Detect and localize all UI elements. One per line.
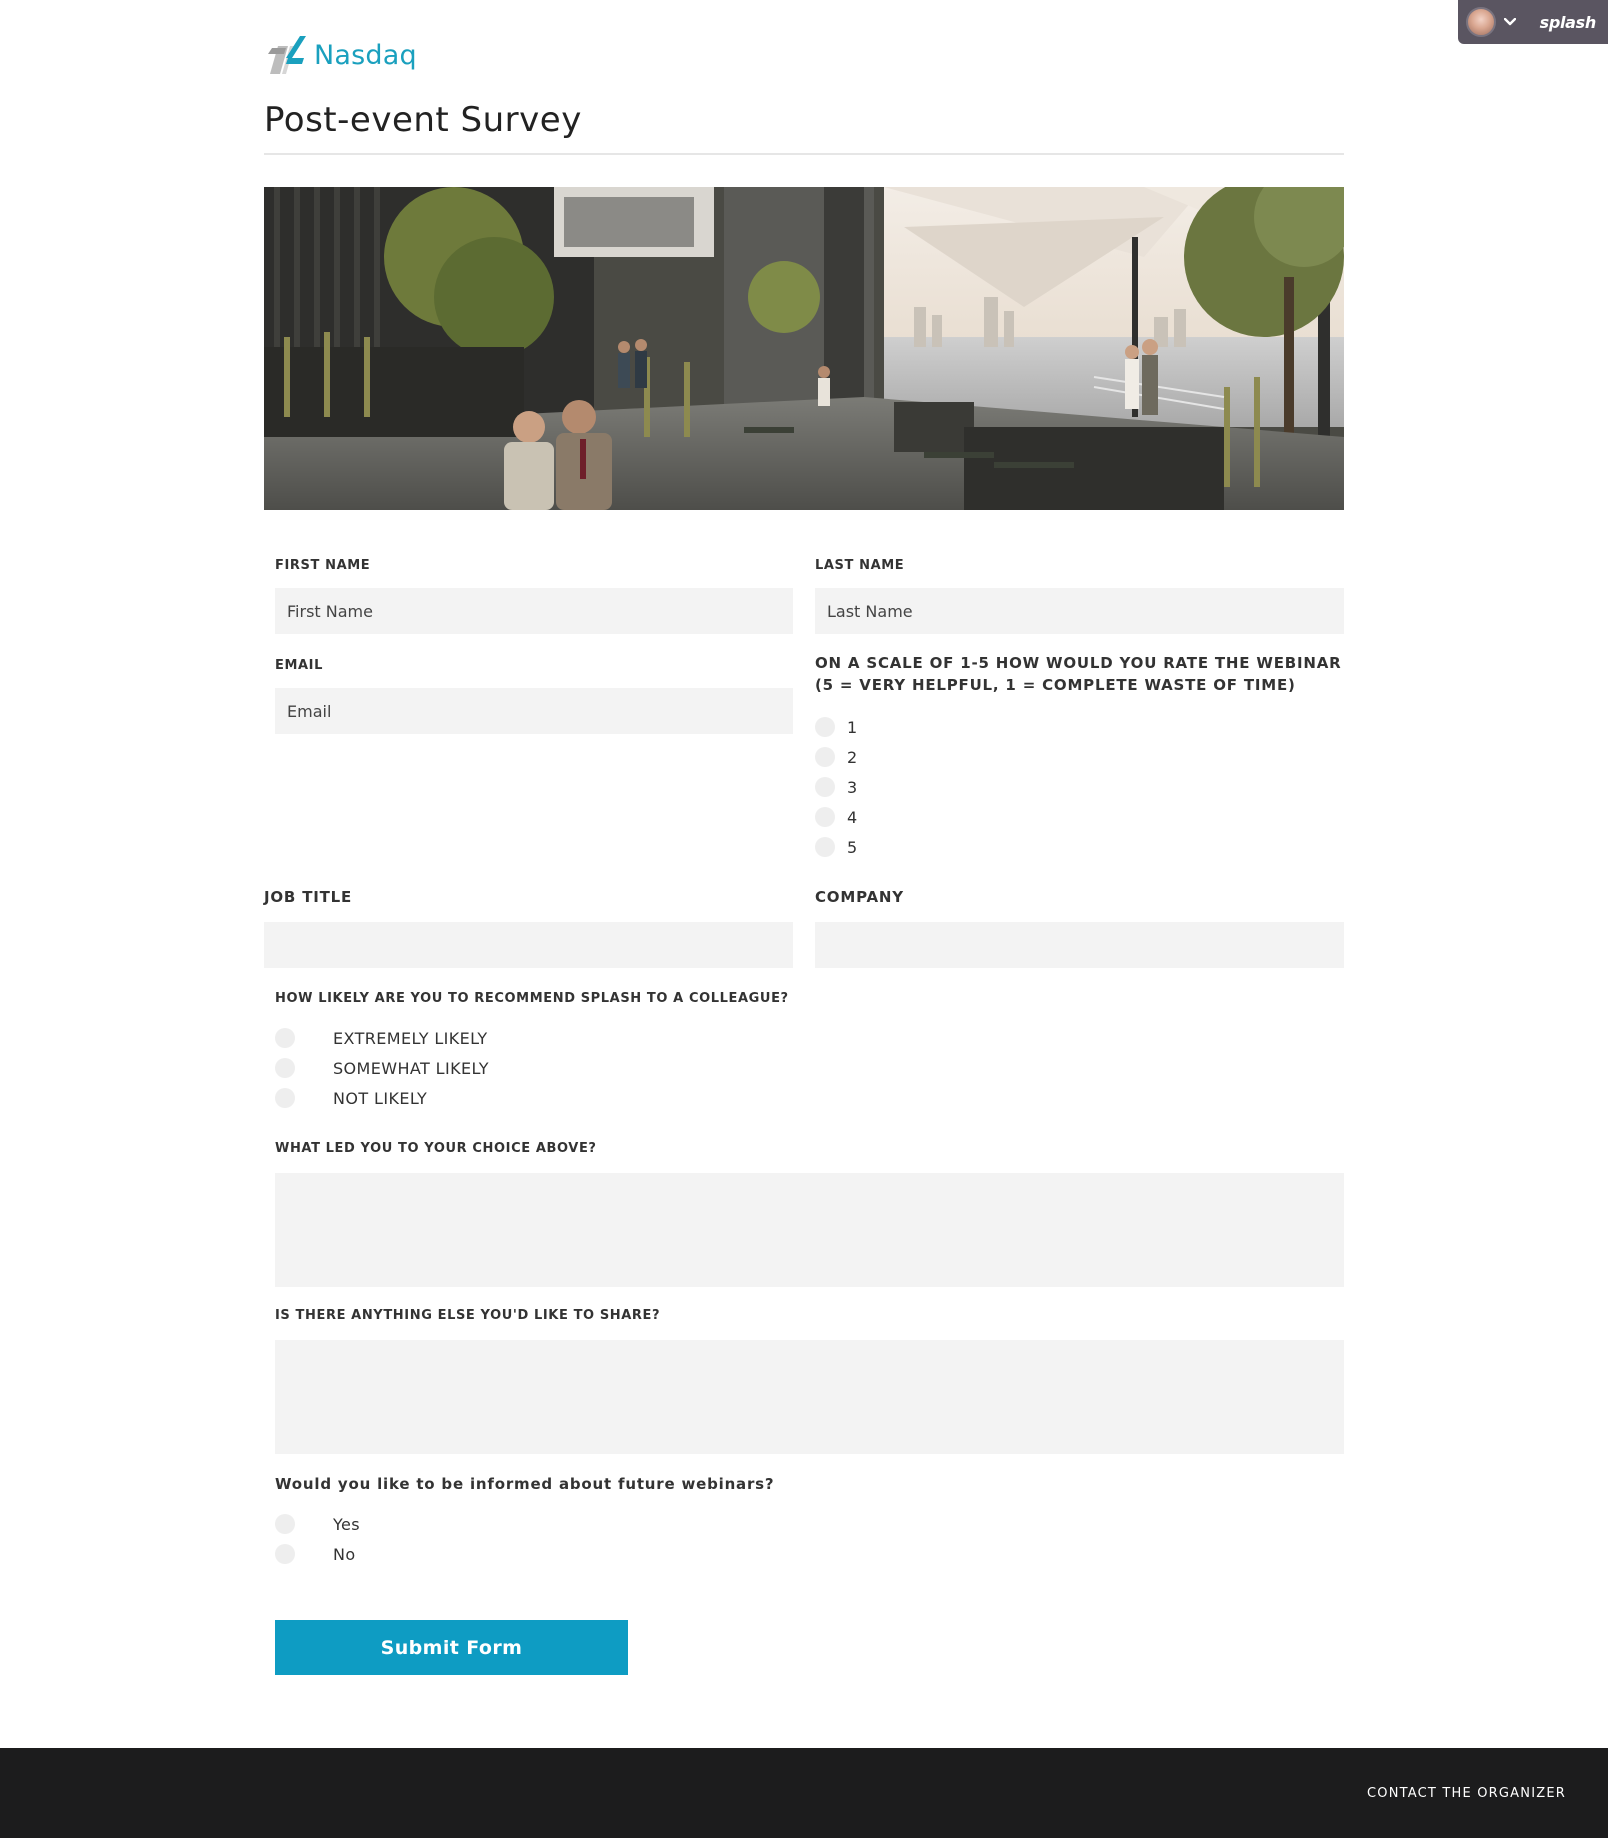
radio-button[interactable] bbox=[275, 1544, 295, 1564]
rating-option-4[interactable]: 4 bbox=[815, 805, 858, 829]
anything-else-label: IS THERE ANYTHING ELSE YOU'D LIKE TO SHA… bbox=[275, 1308, 661, 1323]
rating-option-label: 5 bbox=[847, 837, 858, 857]
radio-button[interactable] bbox=[815, 717, 835, 737]
chevron-down-icon[interactable] bbox=[1503, 16, 1517, 28]
rating-option-label: 3 bbox=[847, 777, 858, 797]
submit-form-button[interactable]: Submit Form bbox=[275, 1620, 628, 1675]
hero-image bbox=[264, 187, 1344, 510]
rating-option-2[interactable]: 2 bbox=[815, 745, 858, 769]
future-webinars-option-label: Yes bbox=[333, 1514, 361, 1534]
choice-reason-textarea[interactable] bbox=[275, 1173, 1344, 1287]
recommend-option-not-likely[interactable]: NOT LIKELY bbox=[275, 1086, 427, 1110]
first-name-field[interactable] bbox=[275, 588, 793, 634]
radio-button[interactable] bbox=[815, 807, 835, 827]
future-webinars-option-yes[interactable]: Yes bbox=[275, 1512, 360, 1536]
company-field[interactable] bbox=[815, 922, 1344, 968]
job-title-field[interactable] bbox=[264, 922, 793, 968]
email-field[interactable] bbox=[275, 688, 793, 734]
last-name-field[interactable] bbox=[815, 588, 1344, 634]
last-name-label: LAST NAME bbox=[815, 558, 905, 573]
anything-else-textarea[interactable] bbox=[275, 1340, 1344, 1454]
contact-organizer-link[interactable]: CONTACT THE ORGANIZER bbox=[1367, 1786, 1566, 1801]
page-title: Post-event Survey bbox=[264, 100, 582, 140]
rating-option-5[interactable]: 5 bbox=[815, 835, 858, 859]
job-title-label: JOB TITLE bbox=[264, 888, 353, 906]
user-avatar-icon[interactable] bbox=[1466, 7, 1496, 37]
rating-option-3[interactable]: 3 bbox=[815, 775, 858, 799]
first-name-label: FIRST NAME bbox=[275, 558, 371, 573]
nasdaq-logo-text: Nasdaq bbox=[314, 39, 417, 71]
splash-brand-logo[interactable]: splash bbox=[1540, 13, 1597, 32]
rating-option-label: 1 bbox=[847, 717, 858, 737]
recommend-label: HOW LIKELY ARE YOU TO RECOMMEND SPLASH T… bbox=[275, 991, 789, 1006]
rating-option-label: 2 bbox=[847, 747, 858, 767]
radio-button[interactable] bbox=[815, 747, 835, 767]
recommend-option-extremely-likely[interactable]: EXTREMELY LIKELY bbox=[275, 1026, 488, 1050]
recommend-option-label: EXTREMELY LIKELY bbox=[333, 1028, 488, 1048]
email-label: EMAIL bbox=[275, 658, 323, 673]
radio-button[interactable] bbox=[815, 777, 835, 797]
choice-reason-label: WHAT LED YOU TO YOUR CHOICE ABOVE? bbox=[275, 1141, 597, 1156]
recommend-option-label: NOT LIKELY bbox=[333, 1088, 428, 1108]
webinar-rating-label: ON A SCALE OF 1-5 HOW WOULD YOU RATE THE… bbox=[815, 654, 1342, 694]
title-divider bbox=[264, 153, 1344, 155]
future-webinars-option-no[interactable]: No bbox=[275, 1542, 356, 1566]
radio-button[interactable] bbox=[815, 837, 835, 857]
future-webinars-option-label: No bbox=[333, 1544, 356, 1564]
company-label: COMPANY bbox=[815, 888, 904, 906]
splash-account-badge[interactable]: splash bbox=[1458, 0, 1608, 44]
page-footer: CONTACT THE ORGANIZER bbox=[0, 1748, 1608, 1838]
radio-button[interactable] bbox=[275, 1514, 295, 1534]
radio-button[interactable] bbox=[275, 1088, 295, 1108]
recommend-option-label: SOMEWHAT LIKELY bbox=[333, 1058, 489, 1078]
radio-button[interactable] bbox=[275, 1028, 295, 1048]
recommend-option-somewhat-likely[interactable]: SOMEWHAT LIKELY bbox=[275, 1056, 489, 1080]
rating-option-label: 4 bbox=[847, 807, 858, 827]
nasdaq-logo-icon bbox=[268, 36, 306, 74]
radio-button[interactable] bbox=[275, 1058, 295, 1078]
rating-option-1[interactable]: 1 bbox=[815, 715, 858, 739]
future-webinars-label: Would you like to be informed about futu… bbox=[275, 1475, 775, 1493]
nasdaq-logo: Nasdaq bbox=[264, 32, 417, 78]
